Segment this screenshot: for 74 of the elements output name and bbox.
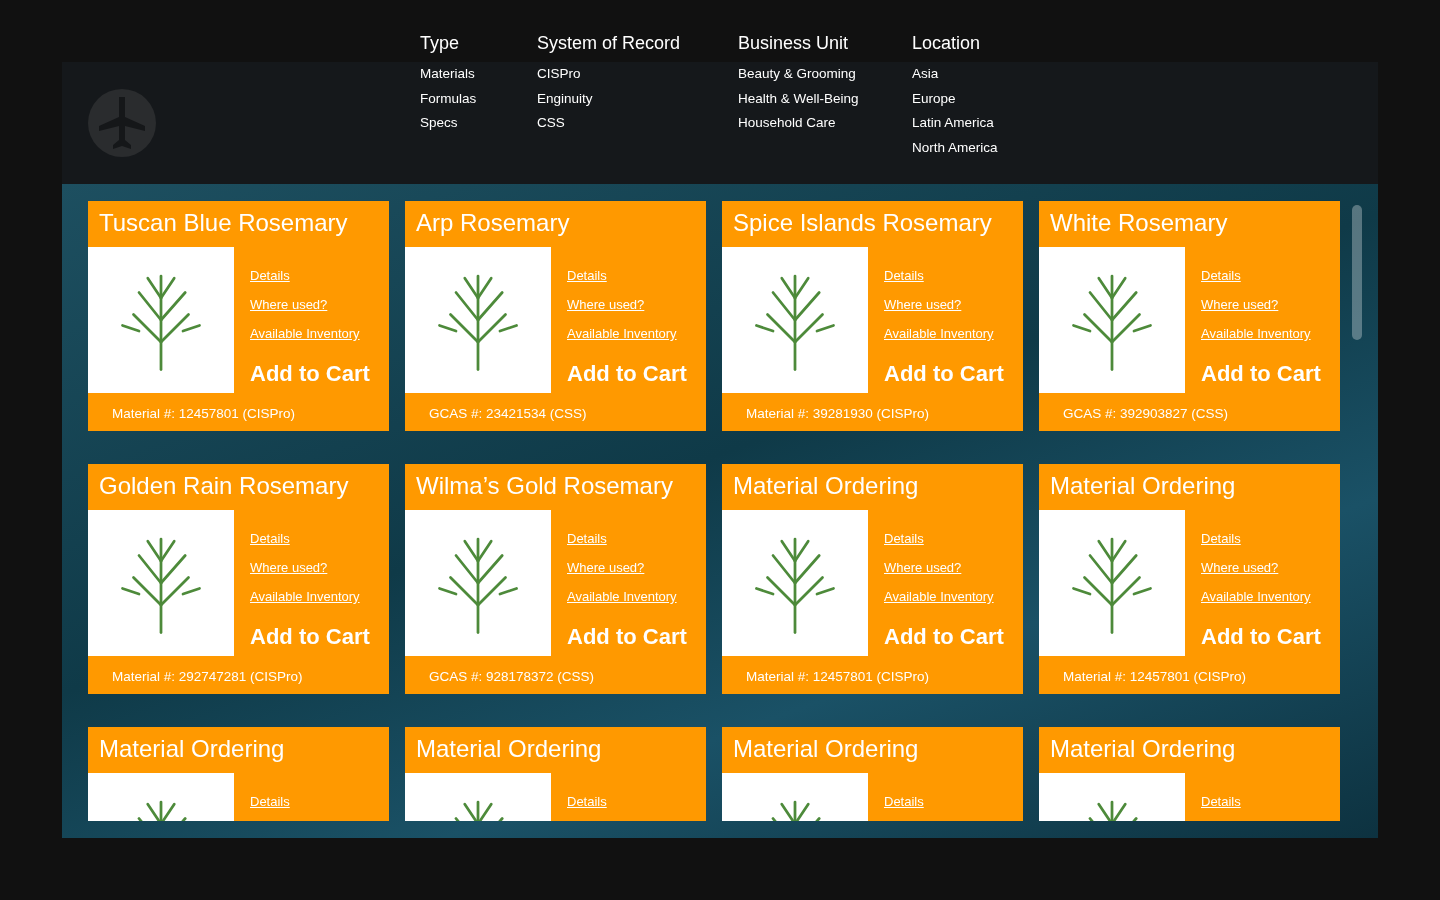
filter-link[interactable]: Formulas (420, 86, 537, 111)
scrollbar[interactable] (1352, 205, 1362, 340)
filter-heading: Business Unit (738, 33, 850, 54)
card-link[interactable]: Details (1201, 524, 1321, 553)
material-number: Material #: 12457801 (CISPro) (111, 405, 297, 421)
filter-link[interactable]: CSS (537, 111, 738, 136)
card-title: Material Ordering (98, 734, 286, 764)
card-link[interactable]: Available Inventory (567, 319, 687, 348)
add-to-cart-link[interactable]: Add to Cart (884, 361, 1004, 387)
card-title: Material Ordering (1049, 734, 1237, 764)
material-number: Material #: 292747281 (CISPro) (111, 668, 304, 684)
card-link[interactable]: Where used? (884, 553, 1004, 582)
card-title: Spice Islands Rosemary (732, 208, 993, 238)
card-title: Arp Rosemary (415, 208, 571, 238)
card-link[interactable]: Details (250, 787, 290, 816)
card-link[interactable]: Details (884, 261, 1004, 290)
card-link[interactable]: Where used? (567, 290, 687, 319)
card-link[interactable]: Available Inventory (1201, 319, 1321, 348)
card-link[interactable]: Details (567, 524, 687, 553)
filter-heading: Location (912, 33, 982, 54)
card-title: White Rosemary (1049, 208, 1229, 238)
card-link[interactable]: Details (567, 261, 687, 290)
filter-link[interactable]: Latin America (912, 111, 998, 136)
add-to-cart-link[interactable]: Add to Cart (1201, 361, 1321, 387)
card-link[interactable]: Details (250, 261, 370, 290)
card-link[interactable]: Details (250, 524, 370, 553)
material-number: GCAS #: 928178372 (CSS) (428, 668, 596, 684)
card-link[interactable]: Available Inventory (884, 319, 1004, 348)
material-number: Material #: 39281930 (CISPro) (745, 405, 931, 421)
filter-heading: Type (420, 33, 461, 54)
card-link[interactable]: Available Inventory (250, 319, 370, 348)
card-link[interactable]: Where used? (250, 290, 370, 319)
card-link[interactable]: Where used? (250, 553, 370, 582)
card-title: Material Ordering (1049, 471, 1237, 501)
add-to-cart-link[interactable]: Add to Cart (567, 361, 687, 387)
add-to-cart-link[interactable]: Add to Cart (1201, 624, 1321, 650)
material-number: GCAS #: 23421534 (CSS) (428, 405, 588, 421)
card-title: Tuscan Blue Rosemary (98, 208, 349, 238)
card-link[interactable]: Available Inventory (884, 582, 1004, 611)
card-title: Material Ordering (732, 734, 920, 764)
filter-link[interactable]: Asia (912, 62, 998, 87)
filter-link[interactable]: Health & Well-Being (738, 86, 912, 111)
card-link[interactable]: Available Inventory (567, 582, 687, 611)
add-to-cart-link[interactable]: Add to Cart (884, 624, 1004, 650)
card-link[interactable]: Available Inventory (1201, 582, 1321, 611)
card-link[interactable]: Details (884, 787, 924, 816)
add-to-cart-link[interactable]: Add to Cart (567, 624, 687, 650)
filter-link[interactable]: Beauty & Grooming (738, 62, 912, 87)
card-link[interactable]: Details (1201, 787, 1241, 816)
filter-link[interactable]: Enginuity (537, 86, 738, 111)
filter-heading: System of Record (537, 33, 682, 54)
card-title: Material Ordering (415, 734, 603, 764)
card-link[interactable]: Available Inventory (250, 582, 370, 611)
filter-link[interactable]: Materials (420, 62, 537, 87)
card-link[interactable]: Where used? (1201, 553, 1321, 582)
filter-link[interactable]: CISPro (537, 62, 738, 87)
card-link[interactable]: Details (567, 787, 607, 816)
card-link[interactable]: Where used? (1201, 290, 1321, 319)
card-link[interactable]: Details (1201, 261, 1321, 290)
filter-link[interactable]: Specs (420, 111, 537, 136)
filter-link[interactable]: North America (912, 135, 998, 160)
filter-link[interactable]: Europe (912, 86, 998, 111)
material-number: Material #: 12457801 (CISPro) (745, 668, 931, 684)
card-link[interactable]: Details (884, 524, 1004, 553)
card-title: Wilma’s Gold Rosemary (415, 471, 674, 501)
card-title: Material Ordering (732, 471, 920, 501)
material-number: Material #: 12457801 (CISPro) (1062, 668, 1248, 684)
card-title: Golden Rain Rosemary (98, 471, 350, 501)
card-link[interactable]: Where used? (567, 553, 687, 582)
card-link[interactable]: Where used? (884, 290, 1004, 319)
add-to-cart-link[interactable]: Add to Cart (250, 624, 370, 650)
material-number: GCAS #: 392903827 (CSS) (1062, 405, 1230, 421)
add-to-cart-link[interactable]: Add to Cart (250, 361, 370, 387)
filter-link[interactable]: Household Care (738, 111, 912, 136)
